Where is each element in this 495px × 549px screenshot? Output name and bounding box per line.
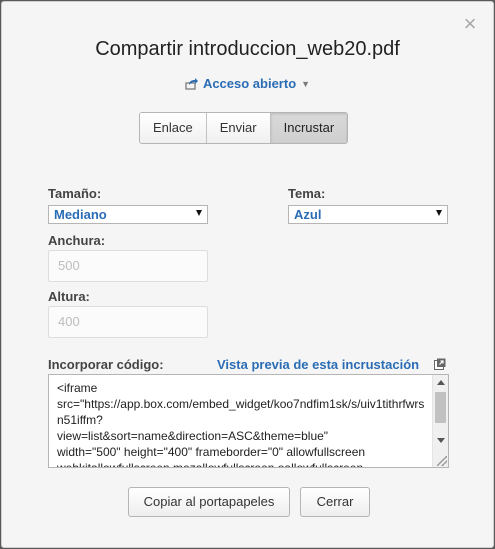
dropdown-arrow-icon: [436, 210, 442, 216]
embed-code-textarea[interactable]: <iframe src="https://app.box.com/embed_w…: [48, 374, 449, 468]
copy-to-clipboard-button[interactable]: Copiar al portapapeles: [128, 487, 290, 517]
theme-label: Tema:: [288, 186, 326, 201]
size-select[interactable]: Mediano: [48, 205, 208, 224]
access-label: Acceso abierto: [202, 76, 297, 91]
theme-value: Azul: [294, 207, 322, 222]
height-input[interactable]: 400: [48, 306, 208, 338]
close-icon[interactable]: ×: [461, 13, 479, 35]
scroll-thumb[interactable]: [435, 392, 446, 423]
height-label: Altura:: [48, 289, 90, 304]
embed-code-text: <iframe src="https://app.box.com/embed_w…: [57, 381, 425, 468]
dropdown-arrow-icon: [196, 210, 202, 216]
popout-icon[interactable]: [434, 357, 446, 370]
scroll-up-icon[interactable]: [437, 380, 445, 385]
theme-select[interactable]: Azul: [288, 205, 448, 224]
share-icon: [185, 76, 199, 93]
scrollbar[interactable]: [432, 375, 448, 467]
width-input[interactable]: 500: [48, 250, 208, 282]
tab-bar: Enlace Enviar Incrustar: [139, 112, 349, 144]
access-dropdown[interactable]: Acceso abierto ▼: [2, 76, 493, 93]
embed-code-label: Incorporar código:: [48, 357, 164, 372]
width-label: Anchura:: [48, 233, 106, 248]
chevron-down-icon: ▼: [301, 79, 311, 89]
preview-embed-link[interactable]: Vista previa de esta incrustación: [217, 357, 419, 372]
tab-enlace[interactable]: Enlace: [140, 113, 207, 143]
size-label: Tamaño:: [48, 186, 102, 201]
size-value: Mediano: [54, 207, 107, 222]
close-button[interactable]: Cerrar: [300, 487, 370, 517]
tab-enviar[interactable]: Enviar: [206, 113, 271, 143]
share-dialog: × Compartir introduccion_web20.pdf Acces…: [1, 1, 494, 548]
resize-grip-icon[interactable]: [437, 456, 447, 466]
tab-incrustar[interactable]: Incrustar: [270, 113, 348, 143]
scroll-down-icon[interactable]: [437, 438, 445, 443]
dialog-title: Compartir introduccion_web20.pdf: [95, 38, 400, 60]
